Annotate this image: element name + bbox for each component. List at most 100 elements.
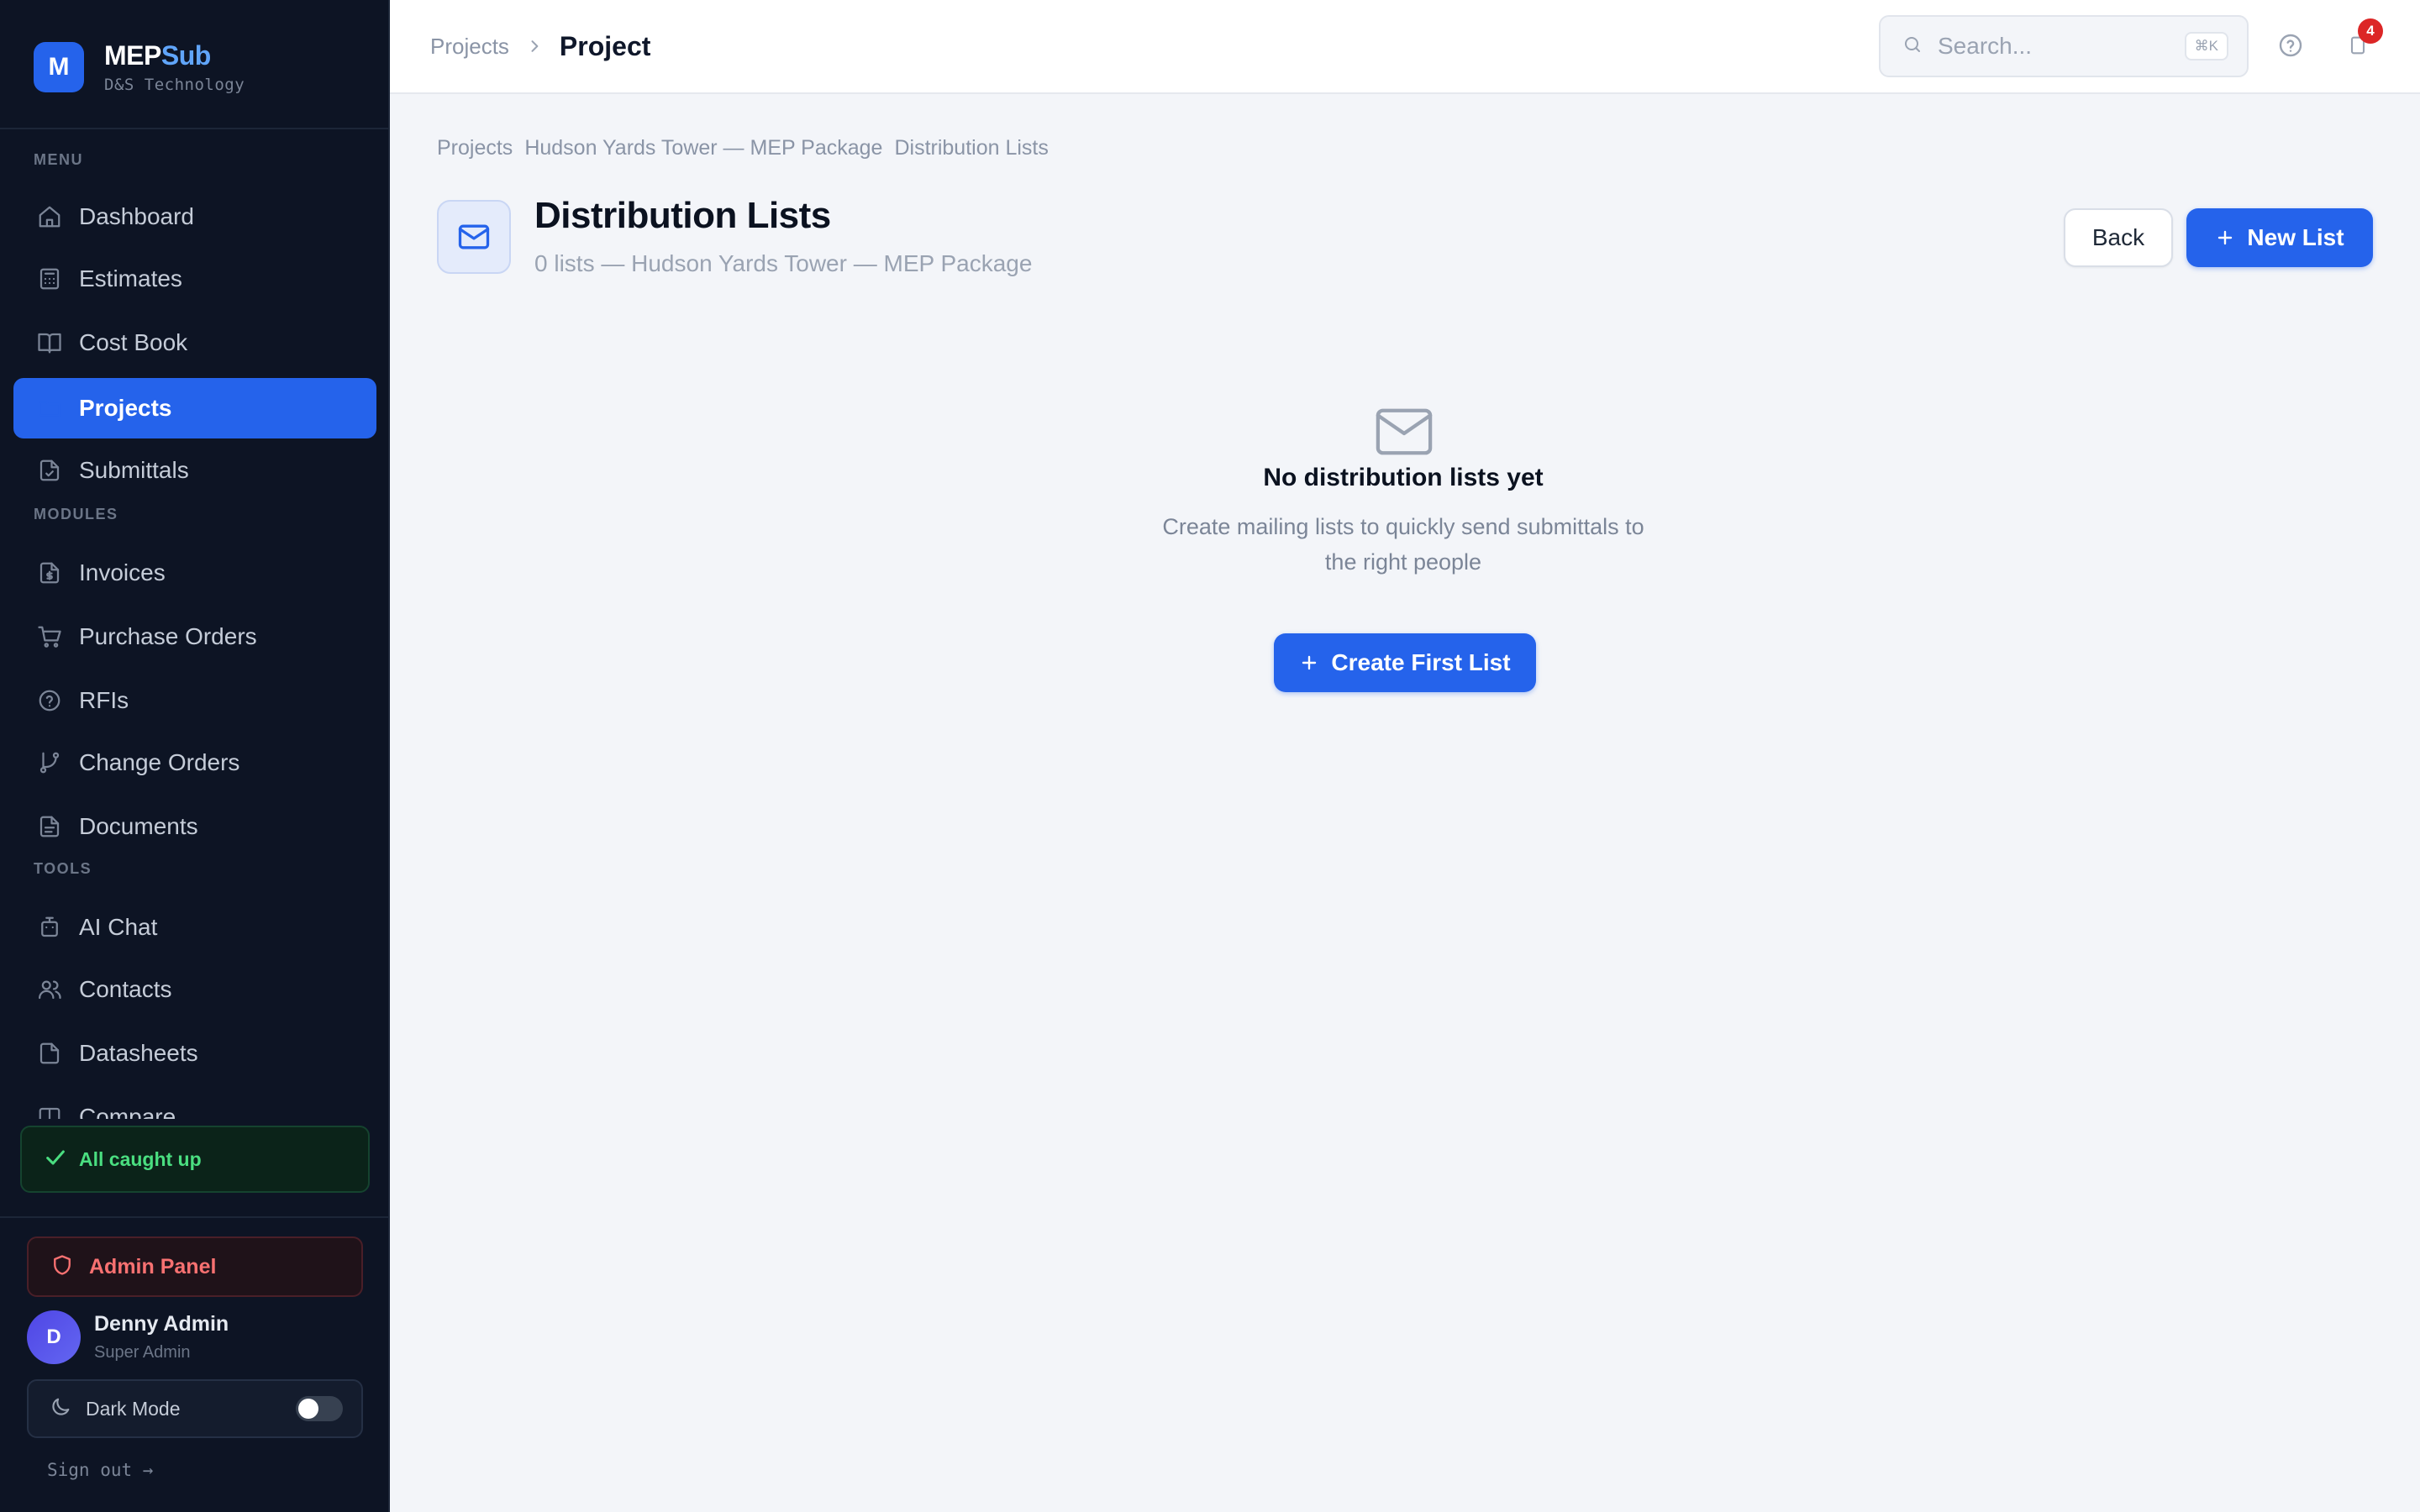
home-icon [35, 202, 64, 231]
sidebar-item-label: Cost Book [79, 329, 188, 355]
sidebar-item-ai-chat[interactable]: AI Chat [13, 897, 376, 958]
shield-icon [50, 1253, 74, 1281]
user-role: Super Admin [94, 1343, 191, 1362]
sidebar-item-compare[interactable]: Compare [13, 1087, 376, 1119]
sidebar-item-change-orders[interactable]: Change Orders [13, 732, 376, 793]
divider [0, 1216, 388, 1218]
create-first-list-button[interactable]: Create First List [1274, 633, 1536, 692]
avatar: D [27, 1310, 81, 1364]
file-check-icon [35, 456, 64, 485]
sidebar-item-estimates[interactable]: Estimates [13, 249, 376, 309]
plus-icon [1299, 653, 1319, 673]
calculator-icon [35, 265, 64, 293]
sidebar-item-invoices[interactable]: Invoices [13, 543, 376, 603]
brand-name-part1: MEP [104, 40, 161, 71]
moon-icon [49, 1395, 72, 1423]
topbar: Projects Project Search... ⌘K 4 [390, 0, 2420, 94]
chevron-right-icon [526, 38, 543, 55]
book-icon [35, 328, 64, 357]
file-icon [35, 1039, 64, 1068]
sidebar-item-contacts[interactable]: Contacts [13, 959, 376, 1020]
search-placeholder: Search... [1938, 33, 2033, 59]
sidebar-item-label: Estimates [79, 265, 182, 291]
sidebar-item-rfis[interactable]: RFIs [13, 670, 376, 731]
user-profile[interactable]: D Denny Admin Super Admin [27, 1310, 229, 1364]
users-icon [35, 975, 64, 1004]
sidebar-item-label: Contacts [79, 976, 172, 1002]
sign-out-link[interactable]: Sign out → [47, 1460, 153, 1480]
dark-mode-switch[interactable] [296, 1396, 343, 1421]
user-name: Denny Admin [94, 1312, 229, 1336]
breadcrumb-item[interactable]: Hudson Yards Tower — MEP Package [524, 136, 882, 160]
admin-panel-label: Admin Panel [89, 1254, 217, 1278]
new-list-button[interactable]: New List [2186, 208, 2373, 267]
sidebar-item-cost-book[interactable]: Cost Book [13, 312, 376, 373]
sidebar-item-datasheets[interactable]: Datasheets [13, 1023, 376, 1084]
help-circle-icon [2277, 32, 2304, 63]
new-list-label: New List [2247, 224, 2344, 250]
git-branch-icon [35, 748, 64, 777]
section-label-menu: MENU [34, 151, 83, 168]
sidebar-item-label: RFIs [79, 687, 129, 713]
section-label-modules: MODULES [34, 506, 118, 522]
sidebar-item-purchase-orders[interactable]: Purchase Orders [13, 606, 376, 667]
sidebar: M MEPSub D&S Technology MENU Dashboard E… [0, 0, 390, 1512]
sidebar-item-label: Datasheets [79, 1040, 198, 1066]
create-first-list-label: Create First List [1331, 649, 1511, 675]
document-icon [35, 812, 64, 841]
folder-icon [35, 394, 64, 423]
notification-count-badge: 4 [2358, 18, 2383, 44]
mail-icon [437, 200, 511, 274]
sidebar-item-label: Dashboard [79, 203, 194, 229]
sidebar-item-dashboard[interactable]: Dashboard [13, 186, 376, 247]
breadcrumb: Projects Project [430, 0, 650, 92]
breadcrumb-current: Project [559, 30, 651, 61]
invoice-icon [35, 559, 64, 587]
sidebar-item-documents[interactable]: Documents [13, 796, 376, 857]
columns-icon [35, 1103, 64, 1119]
page-title: Distribution Lists [534, 195, 831, 236]
sidebar-item-submittals[interactable]: Submittals [13, 440, 376, 501]
sidebar-item-label: Projects [79, 395, 172, 421]
switch-knob [298, 1399, 318, 1419]
dark-mode-label: Dark Mode [86, 1397, 181, 1420]
empty-state-title: No distribution lists yet [1263, 464, 1544, 491]
back-button[interactable]: Back [2064, 208, 2173, 267]
brand-name: MEPSub [104, 40, 245, 71]
dark-mode-toggle[interactable]: Dark Mode [27, 1379, 363, 1438]
help-circle-icon [35, 686, 64, 715]
divider [0, 128, 388, 129]
sidebar-nav: MENU Dashboard Estimates Cost Book Proje… [0, 134, 388, 1119]
sidebar-item-label: AI Chat [79, 914, 158, 940]
mail-icon [1375, 407, 1434, 457]
brand[interactable]: M MEPSub D&S Technology [34, 40, 245, 94]
sidebar-item-label: Purchase Orders [79, 623, 257, 649]
page-breadcrumb: Projects Hudson Yards Tower — MEP Packag… [437, 136, 1060, 160]
brand-logo: M [34, 42, 84, 92]
cart-icon [35, 622, 64, 651]
search-shortcut: ⌘K [2184, 32, 2228, 60]
sidebar-item-projects[interactable]: Projects [13, 378, 376, 438]
search-input[interactable]: Search... ⌘K [1879, 15, 2249, 77]
status-banner: All caught up [20, 1126, 370, 1193]
page-subtitle: 0 lists — Hudson Yards Tower — MEP Packa… [534, 250, 1033, 276]
empty-state-description: Create mailing lists to quickly send sub… [1162, 514, 1644, 575]
sidebar-item-label: Invoices [79, 559, 166, 585]
sidebar-item-label: Submittals [79, 457, 189, 483]
breadcrumb-item[interactable]: Projects [437, 136, 513, 160]
brand-subtitle: D&S Technology [104, 76, 245, 94]
sidebar-item-label: Compare [79, 1104, 176, 1119]
section-label-tools: TOOLS [34, 860, 92, 877]
sidebar-item-label: Change Orders [79, 749, 240, 775]
check-icon [44, 1146, 67, 1173]
breadcrumb-item: Distribution Lists [894, 136, 1049, 160]
help-button[interactable] [2272, 29, 2309, 66]
breadcrumb-projects-link[interactable]: Projects [430, 34, 509, 60]
sidebar-item-label: Documents [79, 813, 198, 839]
search-icon [1902, 34, 1923, 59]
status-text: All caught up [79, 1147, 202, 1170]
brand-name-part2: Sub [160, 40, 211, 71]
admin-panel-button[interactable]: Admin Panel [27, 1236, 363, 1297]
plus-icon [2215, 228, 2235, 248]
bot-icon [35, 913, 64, 942]
